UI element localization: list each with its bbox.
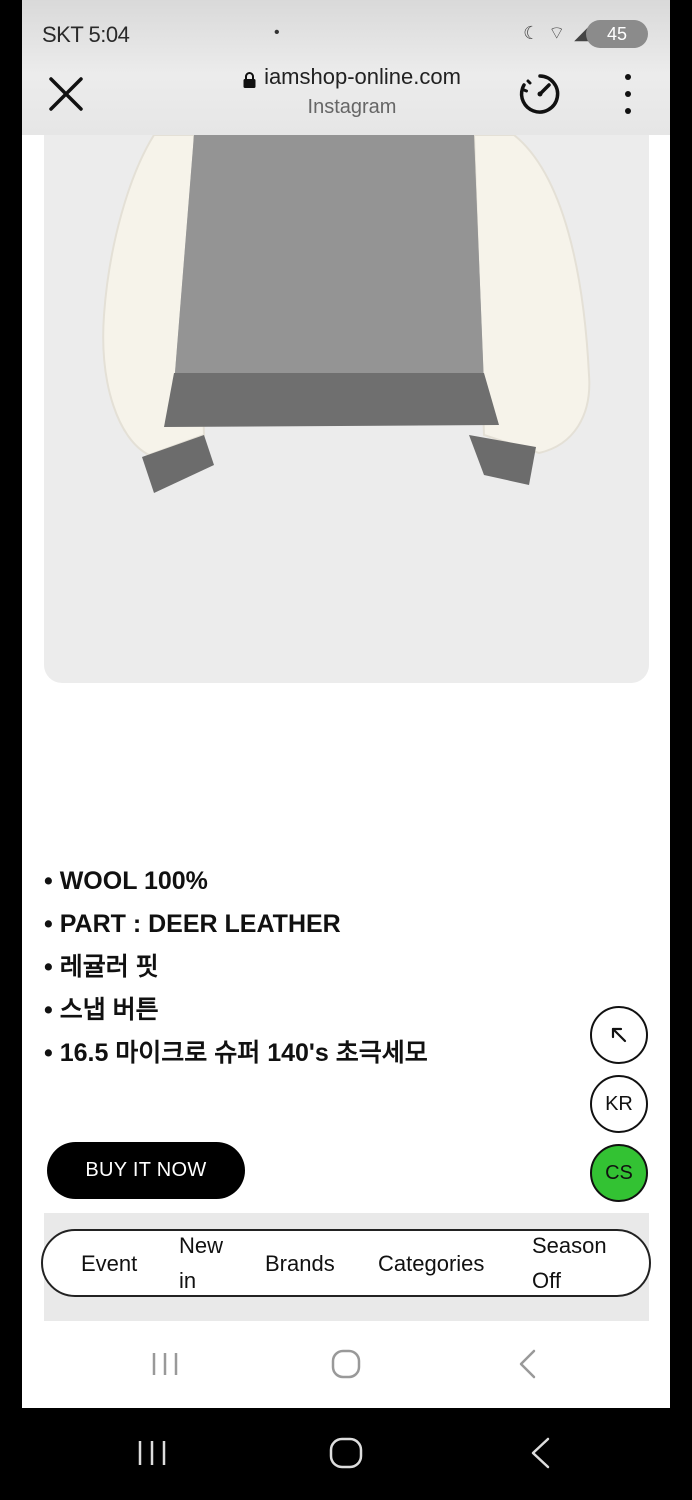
product-image <box>44 135 649 683</box>
product-details: WOOL 100% PART : DEER LEATHER 레귤러 핏 스냅 버… <box>44 860 604 1075</box>
nav-categories[interactable]: Categories <box>378 1246 484 1281</box>
inner-navigation-bar <box>22 1322 670 1408</box>
nav-new-in[interactable]: New in <box>179 1228 239 1298</box>
customer-service-button[interactable]: CS <box>590 1144 648 1202</box>
source-label: Instagram <box>307 96 397 118</box>
back-icon[interactable] <box>516 1348 538 1380</box>
back-icon[interactable] <box>528 1436 552 1470</box>
url-bar[interactable]: iamshop-online.com <box>222 64 482 90</box>
close-icon[interactable] <box>46 74 86 114</box>
arrow-up-left-icon <box>611 1027 627 1043</box>
recent-apps-icon[interactable] <box>150 1350 180 1378</box>
category-nav: Event New in Brands Categories Season Of… <box>41 1229 651 1297</box>
phone-screen: SKT 5:04 • ☾ ⌔ ◢ 45 iamshop-online.com I… <box>22 0 670 1408</box>
buy-it-now-button[interactable]: BUY IT NOW <box>47 1142 245 1199</box>
battery-level: 45 <box>606 23 628 44</box>
system-navigation-bar <box>0 1408 692 1500</box>
nav-season-line2: Off <box>532 1268 561 1293</box>
battery-icon: 45 <box>586 20 648 48</box>
system-status-icons: ☾ ⌔ ◢ <box>523 23 590 43</box>
status-indicator: • <box>274 24 280 41</box>
more-vertical-icon[interactable] <box>618 74 638 114</box>
nav-new-line1: New <box>179 1233 224 1258</box>
status-bar: SKT 5:04 • ☾ ⌔ ◢ 45 <box>22 0 670 66</box>
nav-brands[interactable]: Brands <box>265 1246 335 1281</box>
nav-season-off[interactable]: Season Off <box>532 1228 622 1298</box>
nav-new-line2: in <box>179 1268 197 1293</box>
scroll-top-button[interactable] <box>590 1006 648 1064</box>
speedometer-icon[interactable] <box>518 72 562 116</box>
detail-item: WOOL 100% <box>44 860 604 903</box>
detail-item: 16.5 마이크로 슈퍼 140's 초극세모 <box>44 1032 604 1075</box>
home-icon[interactable] <box>330 1348 362 1380</box>
status-time: SKT 5:04 <box>42 22 130 47</box>
nav-event[interactable]: Event <box>81 1246 137 1281</box>
lock-icon <box>243 68 256 88</box>
detail-item: 스냅 버튼 <box>44 989 604 1032</box>
url-text: iamshop-online.com <box>264 64 461 89</box>
browser-toolbar: SKT 5:04 • ☾ ⌔ ◢ 45 iamshop-online.com I… <box>22 0 670 135</box>
detail-item: 레귤러 핏 <box>44 946 604 989</box>
language-kr-button[interactable]: KR <box>590 1075 648 1133</box>
home-icon[interactable] <box>328 1436 364 1470</box>
detail-item: PART : DEER LEATHER <box>44 903 604 946</box>
recent-apps-icon[interactable] <box>136 1438 168 1468</box>
address-area[interactable]: iamshop-online.com Instagram <box>222 64 482 119</box>
nav-season-line1: Season <box>532 1233 607 1258</box>
